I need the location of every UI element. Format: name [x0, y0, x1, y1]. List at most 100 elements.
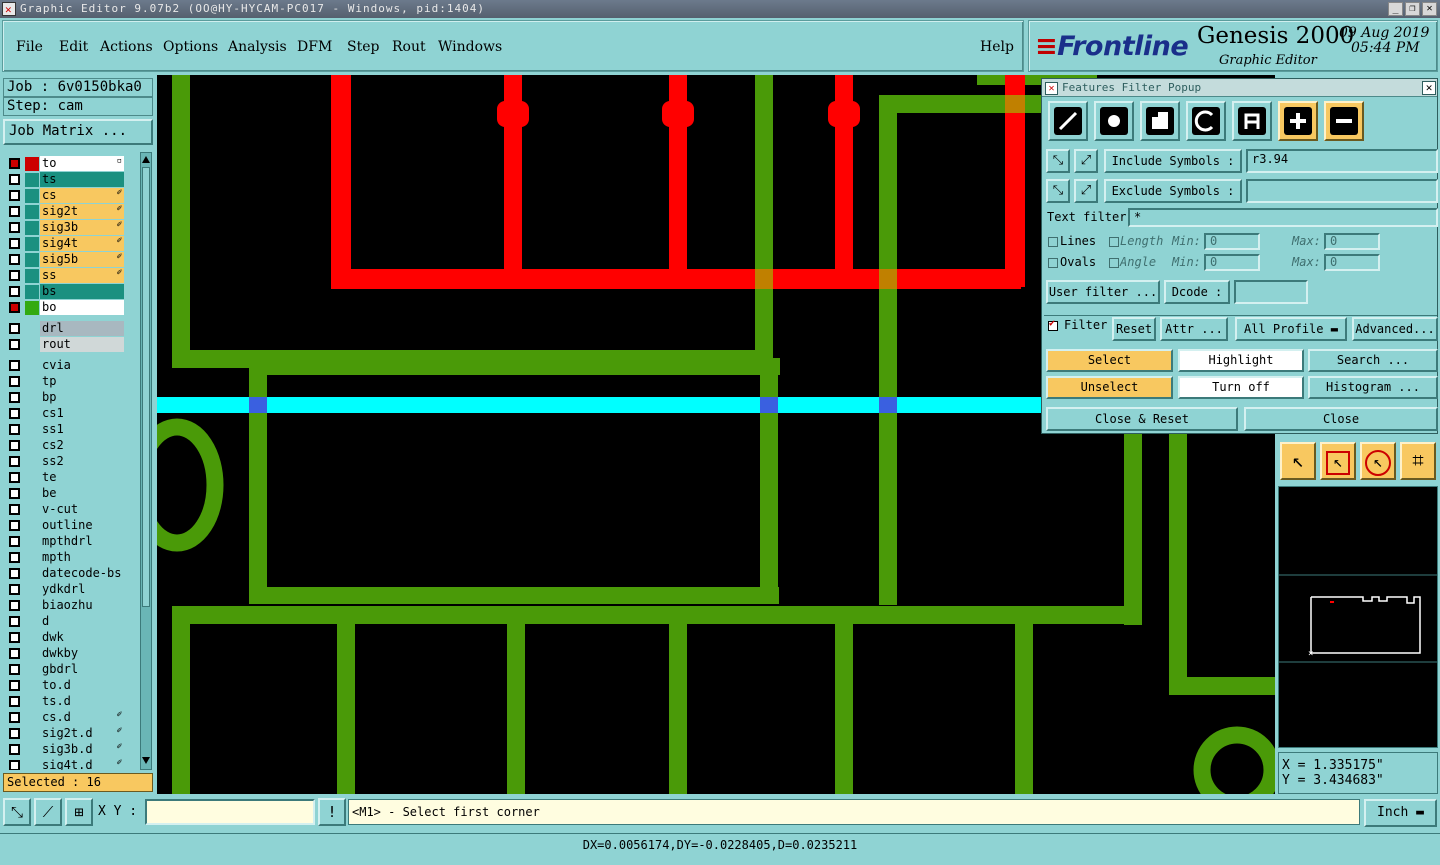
layer-checkbox[interactable] [9, 254, 20, 265]
layer-checkbox[interactable] [9, 323, 20, 334]
layer-row[interactable]: cs2 [4, 438, 124, 453]
layer-name[interactable]: ydkdrl [40, 582, 124, 597]
lines-checkbox[interactable] [1048, 237, 1058, 247]
layer-name[interactable]: sig3b [40, 220, 124, 235]
layer-color-swatch[interactable] [25, 487, 39, 501]
include-list-icon[interactable]: ⤢ [1074, 149, 1098, 173]
exclude-pick-icon[interactable]: ⤡ [1046, 179, 1070, 203]
layer-checkbox[interactable] [9, 488, 20, 499]
layer-row[interactable]: sig4t ✐ [4, 236, 124, 251]
include-symbols-button[interactable]: Include Symbols : [1104, 149, 1242, 173]
layer-color-swatch[interactable] [25, 583, 39, 597]
layer-color-swatch[interactable] [25, 205, 39, 219]
layer-color-swatch[interactable] [25, 423, 39, 437]
layer-color-swatch[interactable] [25, 743, 39, 757]
layer-color-swatch[interactable] [25, 253, 39, 267]
layer-row[interactable]: to ▫ [4, 156, 124, 171]
menu-analysis[interactable]: Analysis [228, 39, 287, 55]
layer-name[interactable]: to.d [40, 678, 124, 693]
layer-name[interactable]: cvia [40, 358, 124, 373]
layer-checkbox[interactable] [9, 339, 20, 350]
menu-actions[interactable]: Actions [100, 39, 153, 55]
length-max-input[interactable]: 0 [1324, 233, 1380, 250]
layer-row[interactable]: be [4, 486, 124, 501]
info-icon[interactable]: ! [318, 798, 346, 826]
layer-color-swatch[interactable] [25, 471, 39, 485]
layer-checkbox[interactable] [9, 158, 20, 169]
layer-name[interactable]: dwkby [40, 646, 124, 661]
advanced-button[interactable]: Advanced... [1352, 317, 1438, 341]
scroll-up-icon[interactable] [142, 155, 150, 163]
minimize-button[interactable]: _ [1388, 2, 1403, 16]
layer-checkbox[interactable] [9, 696, 20, 707]
turn-off-button[interactable]: Turn off [1178, 376, 1304, 399]
scroll-down-icon[interactable] [142, 757, 150, 765]
layer-row[interactable]: gbdrl [4, 662, 124, 677]
layer-color-swatch[interactable] [25, 599, 39, 613]
filter-positive-button[interactable] [1278, 101, 1318, 141]
filter-text-button[interactable] [1232, 101, 1272, 141]
layer-color-swatch[interactable] [25, 359, 39, 373]
angle-min-input[interactable]: 0 [1204, 254, 1260, 271]
length-min-input[interactable]: 0 [1204, 233, 1260, 250]
exclude-symbols-input[interactable] [1246, 179, 1438, 203]
layer-checkbox[interactable] [9, 584, 20, 595]
layer-name[interactable]: ss2 [40, 454, 124, 469]
layer-checkbox[interactable] [9, 760, 20, 770]
exclude-list-icon[interactable]: ⤢ [1074, 179, 1098, 203]
layer-color-swatch[interactable] [25, 439, 39, 453]
layer-color-swatch[interactable] [25, 391, 39, 405]
layer-checkbox[interactable] [9, 408, 20, 419]
layer-checkbox[interactable] [9, 616, 20, 627]
units-dropdown[interactable]: Inch ▬ [1364, 799, 1437, 827]
layer-color-swatch[interactable] [25, 759, 39, 770]
layer-checkbox[interactable] [9, 664, 20, 675]
layer-name[interactable]: ts.d [40, 694, 124, 709]
layer-color-swatch[interactable] [25, 567, 39, 581]
layer-checkbox[interactable] [9, 238, 20, 249]
dcode-input[interactable] [1234, 280, 1308, 304]
menu-windows[interactable]: Windows [438, 39, 502, 55]
layer-row[interactable]: drl [4, 321, 124, 336]
menu-file[interactable]: File [16, 39, 43, 55]
layer-name[interactable]: tp [40, 374, 124, 389]
layer-row[interactable]: outline [4, 518, 124, 533]
include-pick-icon[interactable]: ⤡ [1046, 149, 1070, 173]
layer-name[interactable]: cs.d [40, 710, 124, 725]
layer-checkbox[interactable] [9, 456, 20, 467]
layer-name[interactable]: sig2t.d [40, 726, 124, 741]
layer-name[interactable]: cs2 [40, 438, 124, 453]
highlight-button[interactable]: Highlight [1178, 349, 1304, 372]
exclude-symbols-button[interactable]: Exclude Symbols : [1104, 179, 1242, 203]
layer-checkbox[interactable] [9, 472, 20, 483]
text-filter-input[interactable]: * [1128, 208, 1438, 227]
close-button[interactable]: Close [1244, 407, 1438, 431]
layer-row[interactable]: bo [4, 300, 124, 315]
layer-name[interactable]: mpthdrl [40, 534, 124, 549]
layer-name[interactable]: bs [40, 284, 124, 299]
angle-checkbox[interactable] [1109, 258, 1119, 268]
layer-row[interactable]: ydkdrl [4, 582, 124, 597]
layer-color-swatch[interactable] [25, 269, 39, 283]
layer-row[interactable]: ss2 [4, 454, 124, 469]
layer-name[interactable]: datecode-bs [40, 566, 124, 581]
layer-row[interactable]: datecode-bs [4, 566, 124, 581]
layer-checkbox[interactable] [9, 286, 20, 297]
user-filter-button[interactable]: User filter ... [1046, 280, 1160, 304]
filter-pad-button[interactable] [1094, 101, 1134, 141]
layer-color-swatch[interactable] [25, 519, 39, 533]
layer-color-swatch[interactable] [25, 663, 39, 677]
layer-row[interactable]: bs [4, 284, 124, 299]
popup-close-icon[interactable]: ✕ [1422, 81, 1436, 95]
layer-row[interactable]: ts.d [4, 694, 124, 709]
layer-name[interactable]: v-cut [40, 502, 124, 517]
layer-color-swatch[interactable] [25, 322, 39, 336]
layer-row[interactable]: ss ✐ [4, 268, 124, 283]
layer-row[interactable]: cs1 [4, 406, 124, 421]
angle-max-input[interactable]: 0 [1324, 254, 1380, 271]
layer-checkbox[interactable] [9, 520, 20, 531]
layer-color-swatch[interactable] [25, 727, 39, 741]
layer-checkbox[interactable] [9, 206, 20, 217]
layer-checkbox[interactable] [9, 424, 20, 435]
layer-row[interactable]: dwk [4, 630, 124, 645]
